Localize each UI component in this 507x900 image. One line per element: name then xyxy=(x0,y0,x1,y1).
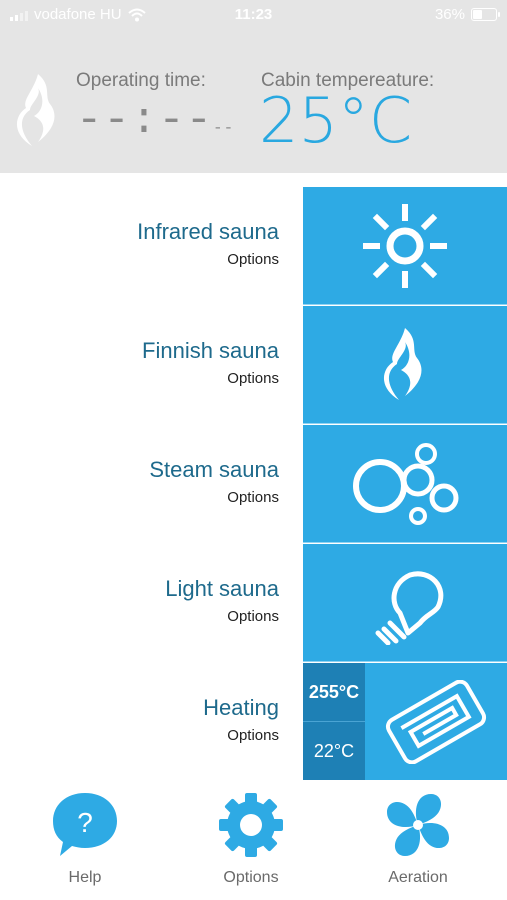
infrared-sauna-button[interactable] xyxy=(303,187,507,304)
sauna-title[interactable]: Steam sauna xyxy=(149,457,279,483)
tile-divider xyxy=(303,542,507,543)
heating-row: Heating Options 255°C 22°C xyxy=(0,663,507,781)
battery-percent: 36% xyxy=(434,6,465,23)
operating-time-digits: --:-- xyxy=(76,96,214,146)
light-sauna-button[interactable] xyxy=(303,544,507,661)
heating-options-link[interactable]: Options xyxy=(227,727,279,744)
heating-current-temp: 22°C xyxy=(303,721,365,780)
sauna-row-light: Light sauna Options xyxy=(0,544,507,662)
options-label: Options xyxy=(223,869,279,886)
finnish-sauna-button[interactable] xyxy=(303,306,507,423)
heating-target-temp[interactable]: 255°C xyxy=(303,663,365,721)
sauna-title[interactable]: Light sauna xyxy=(165,576,279,602)
cabin-temp-value: 25°C xyxy=(259,84,413,157)
fan-icon xyxy=(387,794,449,856)
tile-divider xyxy=(303,304,507,305)
help-label: Help xyxy=(68,869,102,886)
lightbulb-icon xyxy=(375,570,444,645)
aeration-label: Aeration xyxy=(388,869,448,886)
battery-fill xyxy=(473,10,482,19)
floor-heating-icon xyxy=(385,679,487,764)
gear-icon xyxy=(219,793,283,857)
tile-divider xyxy=(303,661,507,662)
sauna-options-link[interactable]: Options xyxy=(227,489,279,506)
bubbles-icon xyxy=(353,442,459,525)
heating-title[interactable]: Heating xyxy=(203,695,279,721)
sauna-options-link[interactable]: Options xyxy=(227,251,279,268)
sauna-row-steam: Steam sauna Options xyxy=(0,425,507,543)
heating-button[interactable] xyxy=(365,663,507,780)
svg-text:?: ? xyxy=(77,807,93,838)
status-right: 36% xyxy=(434,6,500,23)
operating-time-seconds: -- xyxy=(213,119,235,137)
sauna-row-finnish: Finnish sauna Options xyxy=(0,306,507,424)
sun-icon xyxy=(363,203,447,288)
sauna-options-link[interactable]: Options xyxy=(227,608,279,625)
tile-divider xyxy=(303,423,507,424)
battery-icon xyxy=(471,8,500,21)
aeration-button[interactable]: Aeration xyxy=(358,790,478,887)
brand-flame-logo xyxy=(16,74,55,146)
flame-icon xyxy=(383,327,422,400)
status-bar: vodafone HU 11:23 36% xyxy=(0,0,507,30)
help-button[interactable]: ? Help xyxy=(25,790,145,887)
operating-time-value: --:---- xyxy=(76,96,234,146)
sauna-row-infrared: Infrared sauna Options xyxy=(0,187,507,305)
sauna-options-link[interactable]: Options xyxy=(227,370,279,387)
status-time: 11:23 xyxy=(234,6,273,23)
bottom-nav: ? Help Options Aeration xyxy=(0,780,507,900)
heating-temperatures: 255°C 22°C xyxy=(303,663,365,780)
options-button[interactable]: Options xyxy=(191,790,311,887)
operating-time-label: Operating time: xyxy=(76,70,206,91)
help-icon: ? xyxy=(53,793,117,856)
sauna-title[interactable]: Infrared sauna xyxy=(137,219,279,245)
sauna-title[interactable]: Finnish sauna xyxy=(142,338,279,364)
header-panel: Operating time: --:---- Cabin tempereatu… xyxy=(0,30,507,173)
steam-sauna-button[interactable] xyxy=(303,425,507,542)
